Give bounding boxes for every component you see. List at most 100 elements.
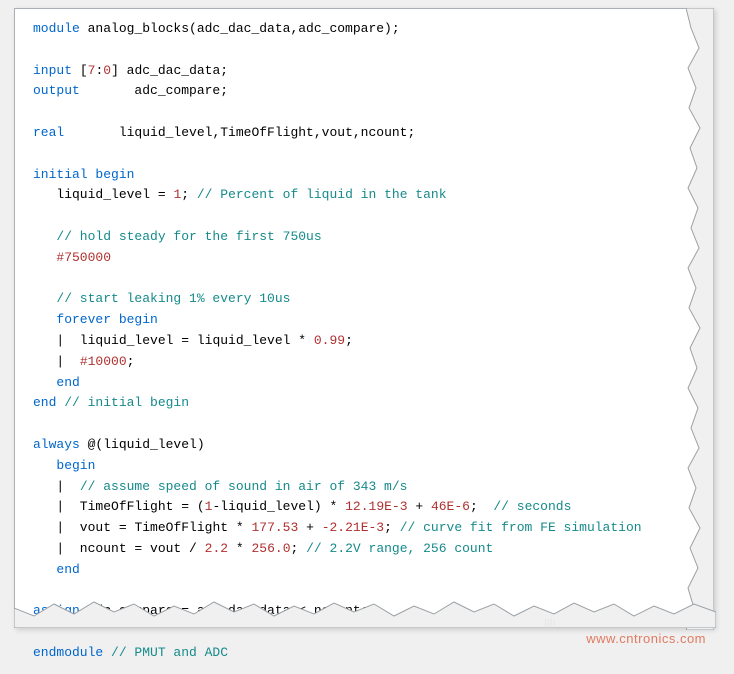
code-line: | TimeOfFlight = (1-liquid_level) * 12.1… (33, 497, 693, 518)
code-token: * (236, 520, 252, 535)
code-token: output (33, 83, 134, 98)
code-token: real (33, 125, 119, 140)
code-line: | #10000; (33, 352, 693, 373)
code-token: | liquid_level (33, 333, 181, 348)
code-token: ; (470, 499, 493, 514)
code-token: // initial begin (64, 395, 189, 410)
code-token: // 2.2V range, 256 count (306, 541, 493, 556)
torn-bottom-edge (14, 598, 714, 628)
code-token (33, 250, 56, 265)
code-line: output adc_compare; (33, 81, 693, 102)
code-line: #750000 (33, 248, 693, 269)
code-line: | liquid_level = liquid_level * 0.99; (33, 331, 693, 352)
code-token: 177.53 (251, 520, 306, 535)
code-token: ; (291, 541, 307, 556)
code-token (33, 229, 56, 244)
code-token: * (236, 541, 252, 556)
code-token: // start leaking 1% every 10us (56, 291, 290, 306)
code-line: end (33, 560, 693, 581)
code-line: input [7:0] adc_dac_data; (33, 61, 693, 82)
code-line: module analog_blocks(adc_dac_data,adc_co… (33, 19, 693, 40)
code-line: initial begin (33, 165, 693, 186)
code-line: liquid_level = 1; // Percent of liquid i… (33, 185, 693, 206)
code-token: 0 (103, 63, 111, 78)
code-token: * (298, 333, 314, 348)
code-token: TimeOfFlight (134, 520, 235, 535)
code-token: // hold steady for the first 750us (56, 229, 321, 244)
code-line (33, 206, 693, 227)
code-token: always (33, 437, 88, 452)
code-token: liquid_level,TimeOfFlight,vout,ncount; (119, 125, 415, 140)
code-line (33, 269, 693, 290)
code-token: ; (127, 354, 135, 369)
code-token: = (181, 333, 197, 348)
code-token: + (306, 520, 322, 535)
code-token (33, 375, 56, 390)
code-token: // curve fit from FE simulation (400, 520, 642, 535)
code-line: | vout = TimeOfFlight * 177.53 + -2.21E-… (33, 518, 693, 539)
code-token: = (134, 541, 150, 556)
code-line: | // assume speed of sound in air of 343… (33, 477, 693, 498)
code-token (33, 312, 56, 327)
code-token: input (33, 63, 80, 78)
code-token: 46E-6 (431, 499, 470, 514)
code-token (33, 458, 56, 473)
code-line (33, 40, 693, 61)
code-token: * (330, 499, 346, 514)
code-token: | vout (33, 520, 119, 535)
code-token: ] adc_dac_data; (111, 63, 228, 78)
code-token: | ncount (33, 541, 134, 556)
code-line: end (33, 373, 693, 394)
code-token: forever begin (56, 312, 157, 327)
code-token (33, 562, 56, 577)
code-token: = (158, 187, 174, 202)
code-token: | (33, 354, 80, 369)
code-token: module (33, 21, 88, 36)
code-token: + (415, 499, 431, 514)
code-token: ; (345, 333, 353, 348)
code-token: = (119, 520, 135, 535)
code-line: always @(liquid_level) (33, 435, 693, 456)
code-token: liquid_level (33, 187, 158, 202)
code-token: 2.2 (205, 541, 236, 556)
code-line (33, 414, 693, 435)
code-token: -liquid_level) (212, 499, 329, 514)
code-token: (liquid_level) (95, 437, 204, 452)
code-token: initial begin (33, 167, 134, 182)
code-token: | (33, 479, 80, 494)
code-token: // seconds (493, 499, 571, 514)
code-line: real liquid_level,TimeOfFlight,vout,ncou… (33, 123, 693, 144)
code-line: forever begin (33, 310, 693, 331)
code-token: begin (56, 458, 95, 473)
code-token: adc_compare; (134, 83, 228, 98)
code-token: end (33, 395, 64, 410)
code-paper: module analog_blocks(adc_dac_data,adc_co… (14, 8, 714, 628)
code-token: liquid_level (197, 333, 298, 348)
code-token: 12.19E-3 (345, 499, 415, 514)
code-line (33, 102, 693, 123)
code-token: 0.99 (314, 333, 345, 348)
code-token: = (181, 499, 197, 514)
code-token: #10000 (80, 354, 127, 369)
code-line: | ncount = vout / 2.2 * 256.0; // 2.2V r… (33, 539, 693, 560)
watermark-text: www.cntronics.com (586, 629, 706, 650)
code-token: end (56, 375, 79, 390)
code-token: 256.0 (251, 541, 290, 556)
code-token: // PMUT and ADC (111, 645, 228, 660)
torn-right-edge (686, 8, 714, 630)
code-token: end (56, 562, 79, 577)
code-token: ( (197, 499, 205, 514)
code-line: // hold steady for the first 750us (33, 227, 693, 248)
code-line: end // initial begin (33, 393, 693, 414)
code-token: vout (150, 541, 189, 556)
code-token: analog_blocks(adc_dac_data,adc_compare); (88, 21, 400, 36)
code-token: [ (80, 63, 88, 78)
code-token: // assume speed of sound in air of 343 m… (80, 479, 408, 494)
code-line (33, 144, 693, 165)
code-token: // Percent of liquid in the tank (197, 187, 447, 202)
code-token: | TimeOfFlight (33, 499, 181, 514)
code-line: begin (33, 456, 693, 477)
code-token: endmodule (33, 645, 111, 660)
code-token: -2.21E-3 (322, 520, 384, 535)
code-block: module analog_blocks(adc_dac_data,adc_co… (15, 9, 713, 674)
